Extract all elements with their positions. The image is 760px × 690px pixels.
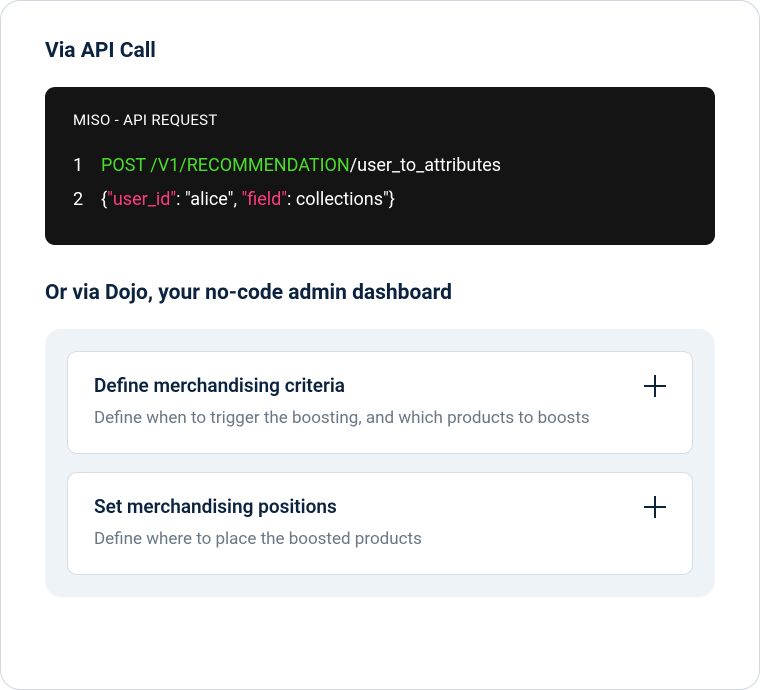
accordion-item-positions[interactable]: Set merchandising positions Define where… — [67, 472, 693, 575]
accordion-description: Define where to place the boosted produc… — [94, 528, 666, 552]
code-block: MISO - API REQUEST 1POST /V1/RECOMMENDAT… — [45, 87, 715, 245]
accordion-description: Define when to trigger the boosting, and… — [94, 407, 666, 431]
line-number: 1 — [73, 149, 101, 183]
code-block-header: MISO - API REQUEST — [73, 111, 687, 129]
accordion-header: Define merchandising criteria — [94, 374, 666, 397]
code-line: 2{"user_id": "alice", "field": collectio… — [73, 183, 687, 217]
dojo-section-heading: Or via Dojo, your no-code admin dashboar… — [45, 281, 715, 305]
code-content: {"user_id": "alice", "field": collection… — [101, 183, 395, 217]
plus-icon[interactable] — [644, 375, 666, 397]
accordion-title: Set merchandising positions — [94, 495, 337, 518]
api-section-heading: Via API Call — [45, 39, 715, 63]
code-lines: 1POST /V1/RECOMMENDATION/user_to_attribu… — [73, 149, 687, 217]
code-line: 1POST /V1/RECOMMENDATION/user_to_attribu… — [73, 149, 687, 183]
code-content: POST /V1/RECOMMENDATION/user_to_attribut… — [101, 149, 501, 183]
main-container: Via API Call MISO - API REQUEST 1POST /V… — [0, 0, 760, 690]
line-number: 2 — [73, 183, 101, 217]
accordion-header: Set merchandising positions — [94, 495, 666, 518]
accordion-item-criteria[interactable]: Define merchandising criteria Define whe… — [67, 351, 693, 454]
plus-icon[interactable] — [644, 496, 666, 518]
dojo-panel: Define merchandising criteria Define whe… — [45, 329, 715, 597]
accordion-title: Define merchandising criteria — [94, 374, 345, 397]
